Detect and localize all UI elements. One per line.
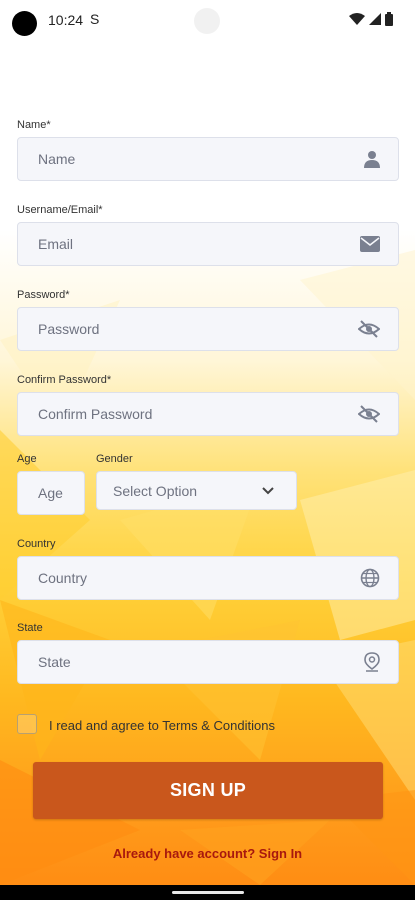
email-input[interactable]: Email — [17, 222, 399, 266]
signal-icon — [369, 13, 381, 25]
gender-selected-value: Select Option — [113, 482, 198, 499]
chevron-down-icon — [262, 486, 274, 495]
camera-cutout — [12, 11, 37, 36]
sign-in-link[interactable]: Already have account? Sign In — [0, 846, 415, 861]
status-icons — [349, 12, 393, 26]
age-label: Age — [17, 453, 37, 465]
name-label: Name* — [17, 119, 51, 131]
status-notification-icon: S — [90, 11, 100, 27]
email-label: Username/Email* — [17, 204, 103, 216]
sign-up-button[interactable]: SIGN UP — [33, 762, 383, 819]
home-gesture-handle[interactable] — [172, 891, 244, 894]
password-input[interactable]: Password — [17, 307, 399, 351]
country-placeholder: Country — [38, 570, 88, 586]
age-placeholder: Age — [38, 485, 63, 501]
battery-icon — [385, 12, 393, 26]
globe-icon — [360, 568, 380, 588]
terms-text[interactable]: I read and agree to Terms & Conditions — [49, 718, 275, 733]
state-placeholder: State — [38, 654, 71, 670]
country-input[interactable]: Country — [17, 556, 399, 600]
map-pin-icon — [364, 652, 380, 672]
name-placeholder: Name — [38, 151, 76, 167]
status-time: 10:24 — [48, 12, 84, 28]
email-placeholder: Email — [38, 236, 74, 252]
status-indicator-dot — [194, 8, 220, 34]
terms-checkbox[interactable] — [17, 714, 37, 734]
gender-label: Gender — [96, 453, 133, 465]
mail-icon — [360, 236, 380, 252]
confirm-password-input[interactable]: Confirm Password — [17, 392, 399, 436]
wifi-icon — [349, 13, 365, 25]
gender-select[interactable]: Select Option — [96, 471, 297, 510]
confirm-password-placeholder: Confirm Password — [38, 406, 153, 422]
status-bar: 10:24 S — [0, 0, 415, 40]
name-input[interactable]: Name — [17, 137, 399, 181]
country-label: Country — [17, 538, 56, 550]
state-label: State — [17, 622, 43, 634]
age-input[interactable]: Age — [17, 471, 85, 515]
state-input[interactable]: State — [17, 640, 399, 684]
eye-off-icon[interactable] — [358, 320, 380, 338]
password-placeholder: Password — [38, 321, 100, 337]
person-icon — [364, 150, 380, 168]
confirm-password-label: Confirm Password* — [17, 374, 112, 386]
password-label: Password* — [17, 289, 70, 301]
eye-off-icon[interactable] — [358, 405, 380, 423]
